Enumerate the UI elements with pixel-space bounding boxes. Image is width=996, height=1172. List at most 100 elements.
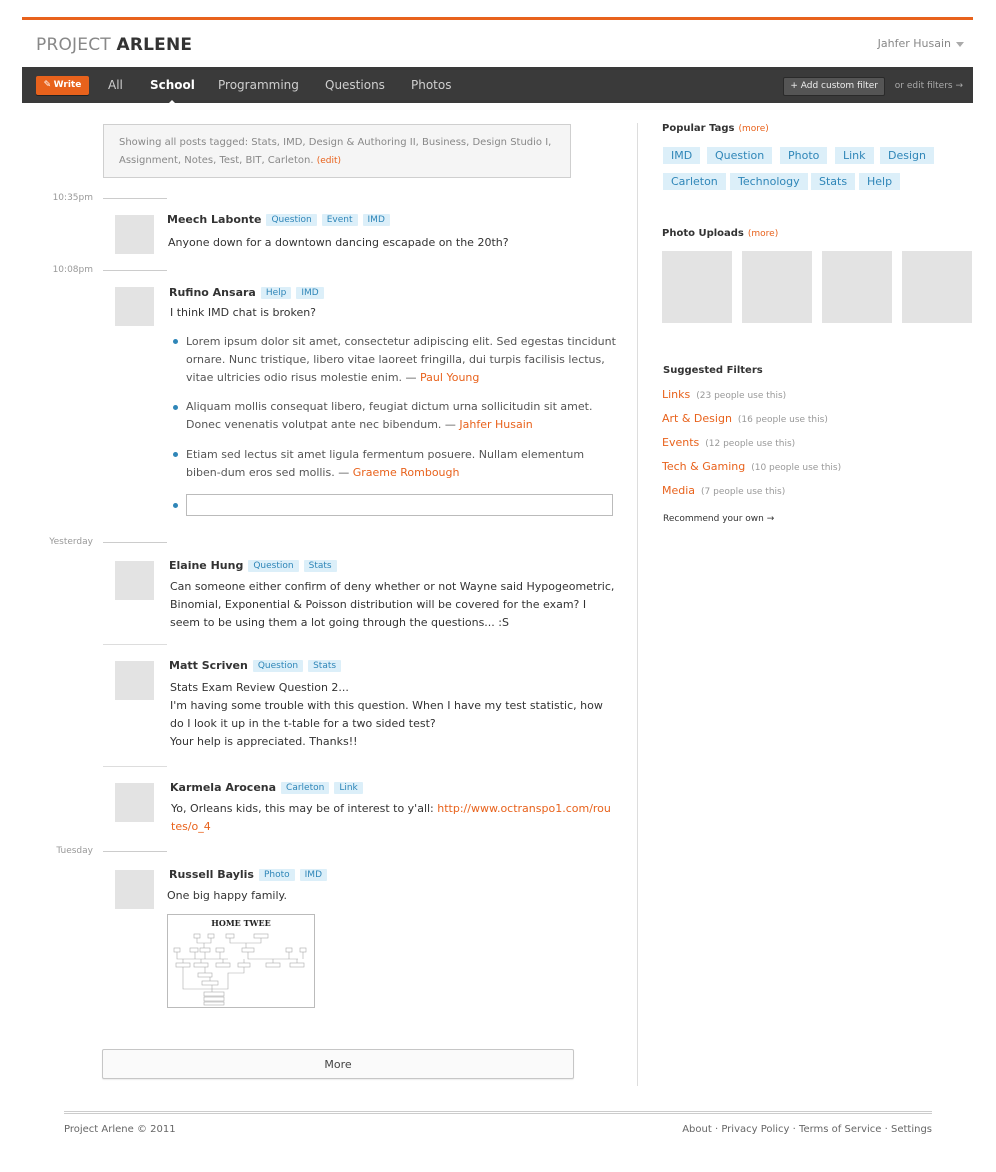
post-text: Stats Exam Review Question 2... I'm havi… xyxy=(170,679,615,751)
write-button[interactable]: ✎ Write xyxy=(36,76,89,95)
post-tag[interactable]: Carleton xyxy=(281,782,330,794)
tab-photos[interactable]: Photos xyxy=(411,78,451,92)
pencil-icon: ✎ xyxy=(43,80,52,90)
time-label: Yesterday xyxy=(49,537,93,547)
footer-link-privacy[interactable]: Privacy Policy xyxy=(721,1124,789,1135)
photo-thumbnail[interactable] xyxy=(742,251,812,323)
post-tag[interactable]: IMD xyxy=(362,214,390,226)
photo-thumbnail[interactable] xyxy=(822,251,892,323)
time-rule xyxy=(103,270,167,271)
popular-tag[interactable]: IMD xyxy=(663,147,701,164)
column-divider xyxy=(637,123,638,1086)
post-tag[interactable]: Question xyxy=(252,660,304,672)
avatar[interactable] xyxy=(115,215,154,254)
chevron-down-icon xyxy=(956,41,964,47)
tab-all[interactable]: All xyxy=(108,78,123,92)
time-rule xyxy=(103,198,167,199)
photo-thumbnail[interactable] xyxy=(902,251,972,323)
tab-questions[interactable]: Questions xyxy=(325,78,385,92)
suggested-filter-link[interactable]: Tech & Gaming xyxy=(662,460,745,473)
popular-tag[interactable]: Photo xyxy=(780,147,828,164)
suggested-filter-link[interactable]: Events xyxy=(662,436,699,449)
post-tag[interactable]: Stats xyxy=(303,560,337,572)
tab-programming[interactable]: Programming xyxy=(218,78,299,92)
filter-usage-count: (7 people use this) xyxy=(701,487,786,497)
post-tag[interactable]: Question xyxy=(248,560,299,572)
recommend-filter-link[interactable]: Recommend your own → xyxy=(663,514,774,524)
post-image[interactable]: HOME TWEE xyxy=(167,914,315,1008)
edit-filter-link[interactable]: (edit) xyxy=(317,156,341,166)
time-rule xyxy=(103,542,167,543)
post-tag[interactable]: Help xyxy=(260,287,292,299)
footer-links: About · Privacy Policy · Terms of Servic… xyxy=(682,1124,932,1135)
suggested-filter: Tech & Gaming (10 people use this) xyxy=(662,460,841,473)
popular-tag[interactable]: Technology xyxy=(730,173,808,190)
avatar[interactable] xyxy=(115,783,154,822)
post-line: Stats Exam Review Question 2... xyxy=(170,681,349,694)
reply: Aliquam mollis consequat libero, feugiat… xyxy=(186,400,593,431)
post-header: Rufino Ansara Help IMD xyxy=(169,286,324,299)
popular-tag[interactable]: Stats xyxy=(811,173,856,190)
filter-usage-count: (12 people use this) xyxy=(705,439,796,449)
post-author[interactable]: Karmela Arocena xyxy=(170,781,276,794)
user-menu[interactable]: Jahfer Husain xyxy=(878,37,964,50)
post-author[interactable]: Matt Scriven xyxy=(169,659,248,672)
popular-tag[interactable]: Link xyxy=(835,147,874,164)
post-author[interactable]: Meech Labonte xyxy=(167,213,261,226)
post-separator xyxy=(103,644,167,645)
suggested-filter-link[interactable]: Art & Design xyxy=(662,412,732,425)
filter-usage-count: (16 people use this) xyxy=(737,415,828,425)
family-tree-diagram xyxy=(173,933,307,1006)
photo-thumbnail[interactable] xyxy=(662,251,732,323)
more-button[interactable]: More xyxy=(102,1049,574,1079)
avatar[interactable] xyxy=(115,870,154,909)
copyright: Project Arlene © 2011 xyxy=(64,1124,176,1135)
post-header: Russell Baylis Photo IMD xyxy=(169,868,328,881)
popular-tag[interactable]: Help xyxy=(859,173,901,190)
logo[interactable]: PROJECT ARLENE xyxy=(36,35,192,55)
post-line: Your help is appreciated. Thanks!! xyxy=(170,735,358,748)
footer-link-about[interactable]: About xyxy=(682,1124,712,1135)
suggested-filter: Links (23 people use this) xyxy=(662,388,786,401)
footer-link-settings[interactable]: Settings xyxy=(891,1124,932,1135)
reply-author[interactable]: Graeme Rombough xyxy=(353,466,460,479)
post-tag[interactable]: Stats xyxy=(308,660,342,672)
post-tag[interactable]: Question xyxy=(266,214,317,226)
avatar[interactable] xyxy=(115,561,154,600)
post-tag[interactable]: Event xyxy=(321,214,358,226)
suggested-filters-heading: Suggested Filters xyxy=(663,365,763,376)
reply-input[interactable] xyxy=(186,494,613,516)
time-rule xyxy=(103,851,167,852)
filter-notice: Showing all posts tagged: Stats, IMD, De… xyxy=(103,124,571,178)
post-tag[interactable]: Link xyxy=(334,782,363,794)
tab-school[interactable]: School xyxy=(150,78,195,105)
post-tag[interactable]: IMD xyxy=(299,869,328,881)
plus-icon: + xyxy=(790,81,801,91)
popular-tags-more-link[interactable]: (more) xyxy=(738,124,768,134)
photo-uploads-more-link[interactable]: (more) xyxy=(748,229,778,239)
post-author[interactable]: Rufino Ansara xyxy=(169,286,256,299)
popular-tag[interactable]: Question xyxy=(707,147,773,164)
reply-author[interactable]: Jahfer Husain xyxy=(459,418,532,431)
avatar[interactable] xyxy=(115,661,154,700)
post-tag[interactable]: Photo xyxy=(258,869,295,881)
popular-tag[interactable]: Carleton xyxy=(663,173,726,190)
photo-uploads-heading: Photo Uploads (more) xyxy=(662,228,779,239)
edit-filters-link[interactable]: or edit filters → xyxy=(895,81,963,91)
time-label: Tuesday xyxy=(56,846,93,856)
popular-tag[interactable]: Design xyxy=(880,147,934,164)
post-tag[interactable]: IMD xyxy=(296,287,324,299)
avatar[interactable] xyxy=(115,287,154,326)
post-author[interactable]: Elaine Hung xyxy=(169,559,243,572)
reply-bullet xyxy=(173,452,178,457)
suggested-filter-link[interactable]: Links xyxy=(662,388,690,401)
time-label: 10:35pm xyxy=(52,193,93,203)
suggested-filter-link[interactable]: Media xyxy=(662,484,695,497)
filter-usage-count: (10 people use this) xyxy=(751,463,842,473)
suggested-filter: Media (7 people use this) xyxy=(662,484,785,497)
post-author[interactable]: Russell Baylis xyxy=(169,868,254,881)
reply: Lorem ipsum dolor sit amet, consectetur … xyxy=(186,335,616,384)
reply-author[interactable]: Paul Young xyxy=(420,371,479,384)
footer-link-terms[interactable]: Terms of Service xyxy=(799,1124,881,1135)
add-custom-filter-button[interactable]: + Add custom filter xyxy=(783,77,885,96)
